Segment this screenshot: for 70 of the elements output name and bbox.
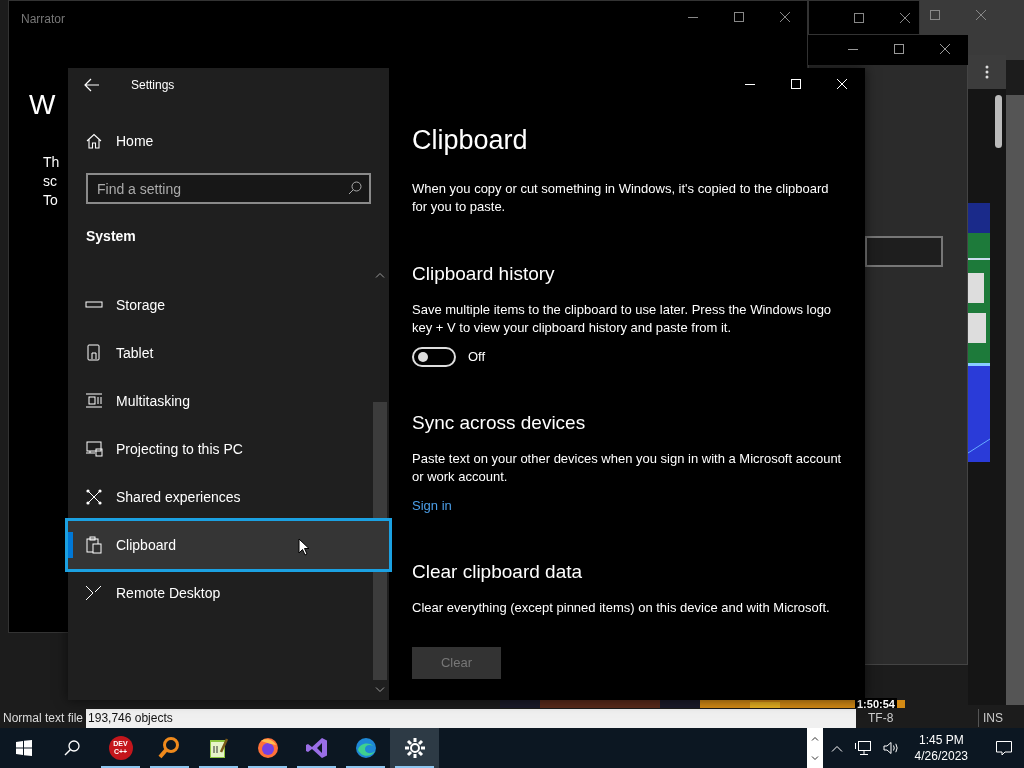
- status-text: TF-8: [868, 710, 895, 727]
- maximize-icon[interactable]: [894, 44, 904, 54]
- nav-item[interactable]: Projecting to this PC: [68, 425, 389, 473]
- search-field[interactable]: Find a setting: [86, 173, 371, 204]
- maximize-icon[interactable]: [734, 12, 744, 22]
- section-heading: Clipboard history: [412, 262, 556, 286]
- chevron-down-icon[interactable]: [810, 755, 819, 761]
- section-heading: Sync across devices: [412, 411, 587, 435]
- section-heading: Clear clipboard data: [412, 560, 584, 584]
- sign-in-link[interactable]: Sign in: [412, 496, 452, 516]
- settings-icon: [402, 736, 427, 760]
- scroll-control[interactable]: [806, 728, 823, 768]
- monitor-icon: [85, 440, 103, 458]
- search-icon[interactable]: [64, 740, 80, 756]
- text-line: Th: [43, 153, 60, 171]
- time-text: 1:45 PM: [918, 732, 964, 748]
- chevron-down-icon[interactable]: [375, 687, 385, 693]
- cursor-icon: [298, 538, 310, 556]
- description-text: Clear everything (except pinned items) on this device and with Microsoft.: [412, 599, 831, 617]
- description-text: When you copy or cut something in Windows, it's copied to the clipboard for you to paste.: [412, 180, 830, 216]
- nav-item[interactable]: Tablet: [68, 329, 389, 377]
- home-item[interactable]: Home: [68, 124, 389, 158]
- clock[interactable]: 1:45 PM 4/26/2023: [910, 732, 972, 764]
- nav-item[interactable]: Clipboard: [68, 521, 389, 569]
- connections-icon: [85, 488, 103, 506]
- description-text: Save multiple items to the clipboard to use later. Press the Windows logo key + V to view your clipboard history and paste from it.: [412, 301, 833, 337]
- text-line: To: [43, 191, 58, 209]
- status-text: Normal text file: [2, 710, 85, 727]
- toggle-switch[interactable]: [412, 347, 456, 367]
- window-title: Settings: [131, 77, 175, 94]
- nav-item[interactable]: Shared experiences: [68, 473, 389, 521]
- multitasking-icon: [85, 392, 103, 410]
- description-text: Paste text on your other devices when you sign in with a Microsoft account or work account.: [412, 450, 843, 486]
- chevron-up-icon[interactable]: [375, 272, 385, 278]
- section-heading: System: [85, 227, 137, 246]
- search-icon[interactable]: [348, 181, 362, 195]
- selection-indicator: [68, 532, 73, 558]
- magnifier-icon: [157, 736, 182, 760]
- status-text: INS: [978, 709, 1004, 727]
- taskbar-button[interactable]: [390, 728, 439, 768]
- nav-item[interactable]: Remote Desktop: [68, 569, 389, 617]
- text-line: sc: [43, 172, 57, 190]
- window-title: Narrator: [21, 11, 65, 28]
- date-text: 4/26/2023: [914, 748, 968, 764]
- volume-icon[interactable]: [882, 741, 899, 755]
- heading: W: [29, 91, 56, 119]
- arrows-icon: [85, 584, 103, 602]
- network-icon[interactable]: [854, 741, 871, 755]
- close-icon[interactable]: [940, 44, 950, 54]
- status-text: 193,746 objects: [86, 708, 857, 728]
- page-title: Clipboard: [412, 124, 529, 157]
- text-field[interactable]: [865, 236, 943, 267]
- infinity-ribbon-icon: [304, 736, 329, 760]
- close-icon[interactable]: [900, 13, 910, 23]
- tablet-icon: [85, 344, 103, 362]
- nav-item[interactable]: Multitasking: [68, 377, 389, 425]
- maximize-icon[interactable]: [854, 13, 864, 23]
- close-icon[interactable]: [780, 12, 790, 22]
- nav-item[interactable]: Storage: [68, 281, 389, 329]
- chevron-up-icon[interactable]: [810, 735, 819, 741]
- swirl-icon: [353, 736, 378, 760]
- back-icon[interactable]: [84, 78, 100, 92]
- scrollbar-thumb[interactable]: [995, 95, 1002, 148]
- toggle-label: Off: [468, 348, 486, 367]
- home-icon: [86, 133, 102, 149]
- more-icon[interactable]: [985, 65, 989, 79]
- clipboard-icon: [85, 536, 103, 554]
- windows-logo-icon[interactable]: [16, 740, 32, 756]
- notification-icon[interactable]: [996, 740, 1012, 756]
- browser-icon: [255, 736, 280, 760]
